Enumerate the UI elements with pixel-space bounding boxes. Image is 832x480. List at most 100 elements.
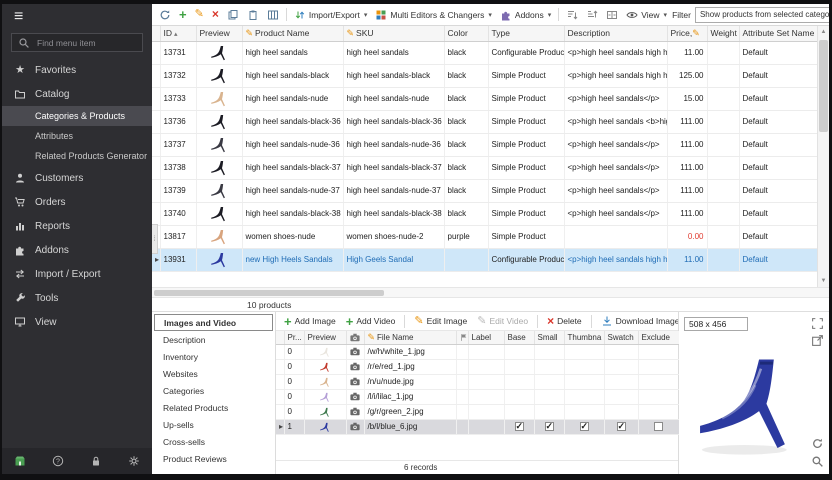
cell-weight[interactable]: [707, 110, 739, 133]
header-file-name[interactable]: ✎File Name: [364, 331, 456, 344]
cell-attribute-set[interactable]: Default: [739, 41, 817, 64]
cell-color[interactable]: [444, 248, 488, 271]
cell-sku[interactable]: high heel sandals-black-36: [343, 110, 444, 133]
cell-label[interactable]: [468, 359, 504, 374]
cell-weight[interactable]: [707, 156, 739, 179]
cell-sku[interactable]: high heel sandals-nude: [343, 87, 444, 110]
sidebar-item-customers[interactable]: Customers: [2, 166, 152, 190]
help-icon[interactable]: ?: [50, 453, 66, 469]
cell-small[interactable]: [534, 374, 564, 389]
cell-attribute-set[interactable]: Default: [739, 202, 817, 225]
product-row[interactable]: 13739 high heel sandals-nude-37 high hee…: [152, 179, 817, 202]
cell-sku[interactable]: high heel sandals-black-37: [343, 156, 444, 179]
header-thumbnail[interactable]: Thumbna: [564, 331, 604, 344]
import-export-menu[interactable]: Import/Export▾: [291, 8, 371, 22]
sort-descending-button[interactable]: [583, 8, 601, 22]
product-row[interactable]: 13740 high heel sandals-black-38 high he…: [152, 202, 817, 225]
cell-description[interactable]: <p>high heel sandals high heel san...: [564, 64, 667, 87]
cell-weight[interactable]: [707, 225, 739, 248]
cell-id[interactable]: 13733: [160, 87, 196, 110]
cell-small[interactable]: [534, 389, 564, 404]
cell-attribute-set[interactable]: Default: [739, 248, 817, 271]
swatch-checkbox[interactable]: [617, 422, 626, 431]
add-image-button[interactable]: +Add Image: [281, 315, 339, 328]
sidebar-item-tools[interactable]: Tools: [2, 286, 152, 310]
image-row[interactable]: 0 /g/r/green_2.jpg: [276, 404, 679, 419]
multi-editors-menu[interactable]: Multi Editors & Changers▾: [372, 8, 495, 22]
cell-exclude[interactable]: [638, 404, 679, 419]
cell-label[interactable]: [468, 389, 504, 404]
cell-swatch[interactable]: [604, 359, 638, 374]
cell-preview[interactable]: [304, 359, 346, 374]
cell-preview[interactable]: [196, 179, 242, 202]
cell-product-name[interactable]: high heel sandals-nude-37: [242, 179, 343, 202]
product-row[interactable]: 13737 high heel sandals-nude-36 high hee…: [152, 133, 817, 156]
copy-button[interactable]: [224, 8, 242, 22]
cell-product-name[interactable]: high heel sandals-nude: [242, 87, 343, 110]
header-label[interactable]: Label: [468, 331, 504, 344]
cell-description[interactable]: <p>high heel sandals</p>: [564, 156, 667, 179]
cell-sku[interactable]: high heel sandals-nude-36: [343, 133, 444, 156]
cell-swatch[interactable]: [604, 374, 638, 389]
header-attribute-set[interactable]: Attribute Set Name: [739, 26, 817, 41]
cell-thumbnail[interactable]: [564, 404, 604, 419]
sidebar-item-categories-products[interactable]: Categories & Products: [2, 106, 152, 126]
tab-websites[interactable]: Websites: [154, 365, 273, 382]
cell-color[interactable]: black: [444, 179, 488, 202]
zoom-icon[interactable]: [811, 455, 824, 468]
header-exclude[interactable]: Exclude: [638, 331, 679, 344]
thumbnail-checkbox[interactable]: [580, 422, 589, 431]
cell-weight[interactable]: [707, 87, 739, 110]
columns-button[interactable]: [264, 8, 282, 22]
cell-description[interactable]: <p>high heel sandals</p>: [564, 133, 667, 156]
cell-small[interactable]: [534, 359, 564, 374]
header-description[interactable]: Description: [564, 26, 667, 41]
cell-price[interactable]: 111.00: [667, 202, 707, 225]
cell-id[interactable]: 13738: [160, 156, 196, 179]
autosize-columns-button[interactable]: [603, 8, 621, 22]
cell-small[interactable]: [534, 404, 564, 419]
delete-image-button[interactable]: ×Delete: [544, 315, 585, 328]
cell-product-name[interactable]: high heel sandals-black-37: [242, 156, 343, 179]
cell-weight[interactable]: [707, 202, 739, 225]
cell-description[interactable]: <p>high heel sandals</p>: [564, 87, 667, 110]
cell-file-name[interactable]: /n/u/nude.jpg: [364, 374, 456, 389]
sidebar-item-import-export[interactable]: Import / Export: [2, 262, 152, 286]
cell-type[interactable]: Simple Product: [488, 156, 564, 179]
cell-small[interactable]: [534, 344, 564, 359]
cell-description[interactable]: <p>high heel sandals</p>: [564, 179, 667, 202]
cell-sku[interactable]: high heel sandals: [343, 41, 444, 64]
cell-priority[interactable]: 1: [284, 419, 304, 434]
cell-preview[interactable]: [304, 374, 346, 389]
cell-weight[interactable]: [707, 133, 739, 156]
cell-price[interactable]: 11.00: [667, 41, 707, 64]
cell-exclude[interactable]: [638, 344, 679, 359]
add-product-button[interactable]: +: [176, 8, 190, 21]
cell-label[interactable]: [468, 404, 504, 419]
cell-price[interactable]: 111.00: [667, 179, 707, 202]
cell-priority[interactable]: 0: [284, 359, 304, 374]
cell-preview[interactable]: [196, 202, 242, 225]
sidebar-item-related-products-generator[interactable]: Related Products Generator: [2, 146, 152, 166]
cell-product-name[interactable]: high heel sandals-black-36: [242, 110, 343, 133]
image-preview[interactable]: [687, 334, 809, 466]
store-icon[interactable]: [12, 453, 28, 469]
product-row[interactable]: 13732 high heel sandals-black high heel …: [152, 64, 817, 87]
cell-preview[interactable]: [196, 248, 242, 271]
cell-small[interactable]: [534, 419, 564, 434]
header-base[interactable]: Base: [504, 331, 534, 344]
gear-icon[interactable]: [126, 453, 142, 469]
refresh-button[interactable]: [156, 8, 174, 22]
cell-preview[interactable]: [304, 404, 346, 419]
cell-product-name[interactable]: new High Heels Sandals: [242, 248, 343, 271]
exclude-checkbox[interactable]: [654, 422, 663, 431]
cell-weight[interactable]: [707, 248, 739, 271]
header-weight[interactable]: Weight: [707, 26, 739, 41]
cell-priority[interactable]: 0: [284, 404, 304, 419]
panel-collapse-handle[interactable]: ⁞: [152, 224, 158, 254]
cell-id[interactable]: 13732: [160, 64, 196, 87]
cell-price[interactable]: 111.00: [667, 133, 707, 156]
cell-base[interactable]: [504, 389, 534, 404]
add-video-button[interactable]: +Add Video: [343, 315, 399, 328]
cell-base[interactable]: [504, 404, 534, 419]
